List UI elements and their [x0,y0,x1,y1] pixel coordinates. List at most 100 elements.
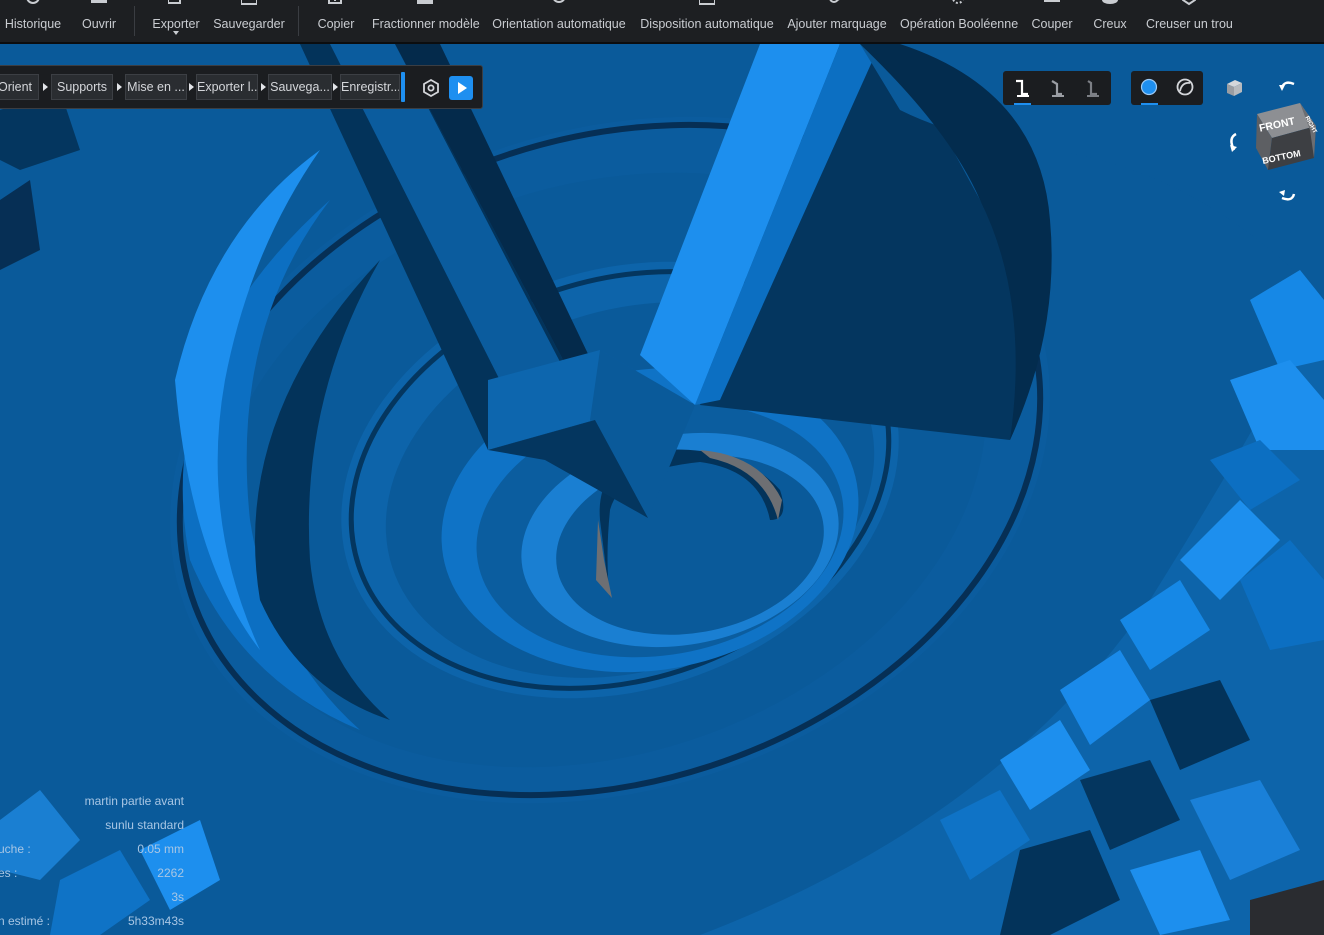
workflow-run-button[interactable] [449,76,473,100]
rotate-arrow-left-icon [1230,132,1237,152]
save-button[interactable]: Sauvegarder [212,0,286,44]
history-label: Historique [4,17,62,31]
hollow-button[interactable]: Creux [1090,0,1130,44]
top-toolbar: Historique Ouvrir Exporter Sauvegarder C… [0,0,1324,44]
info-value: 0.05 mm [137,842,184,856]
cut-label: Couper [1031,17,1073,31]
view-cube[interactable]: FRONT BOTTOM RIGHT [1254,100,1320,180]
add-label-icon [829,0,840,3]
step-orient[interactable]: Orient [0,74,39,100]
info-row-estimated-time: n estimé : 5h33m43s [0,914,184,934]
copy-label: Copier [317,17,355,31]
step-record[interactable]: Enregistr... [340,74,400,100]
rotate-up-button[interactable] [1276,76,1300,98]
model-render [0,44,1324,935]
info-key: n estimé : [0,914,51,928]
solid-view-button[interactable] [1132,71,1166,105]
boolean-label: Opération Booléenne [900,17,1019,31]
copy-icon [328,0,342,4]
split-model-icon [417,0,433,4]
info-value: sunlu standard [105,818,184,832]
info-row-layer-height: uche : 0.05 mm [0,842,184,862]
active-indicator [1014,103,1031,105]
info-value: 5h33m43s [127,914,184,928]
cube-home-icon [1227,80,1242,96]
workflow-bar: Orient Supports Mise en ... Exporter l..… [0,65,483,109]
info-value: 2262 [157,866,184,880]
auto-orient-label: Orientation automatique [492,17,626,31]
render-mode-group [1131,71,1203,105]
export-button[interactable]: Exporter [150,0,202,44]
chevron-right-icon [189,83,194,91]
step-layout[interactable]: Mise en ... [125,74,187,100]
chevron-right-icon [333,83,338,91]
chevron-right-icon [117,83,122,91]
auto-layout-button[interactable]: Disposition automatique [640,0,774,44]
info-value: martin partie avant [84,794,184,808]
solid-view-icon [1140,78,1158,96]
history-button[interactable]: Historique [2,0,64,44]
active-indicator [1141,103,1158,105]
split-model-label: Fractionner modèle [372,17,480,31]
info-row-layers: es : 2262 [0,866,184,886]
info-row-resin: sunlu standard [0,818,184,838]
open-label: Ouvrir [81,17,117,31]
support-mode-group [1003,71,1111,105]
add-label-label: Ajouter marquage [787,17,887,31]
auto-layout-label: Disposition automatique [640,17,774,31]
support-mode-2-button[interactable] [1040,71,1074,105]
info-value: 3s [171,890,184,904]
support-mode-2-icon [1051,80,1064,97]
history-icon [26,0,40,4]
export-dropdown-caret-icon[interactable] [173,31,179,35]
drill-hole-button[interactable]: Creuser un trou [1146,0,1233,44]
xray-view-icon [1176,78,1194,96]
rotate-left-button[interactable] [1224,130,1246,154]
rotate-arrow-down-icon [1279,190,1296,201]
save-label: Sauvegarder [213,17,285,31]
support-mode-1-icon [1016,79,1029,97]
export-icon [168,0,181,4]
chevron-right-icon [43,83,48,91]
info-key: uche : [0,842,31,856]
toolbar-separator [134,6,135,36]
toolbar-separator [298,6,299,36]
drill-hole-label: Creuser un trou [1146,17,1233,31]
boolean-button[interactable]: Opération Booléenne [900,0,1019,44]
chevron-right-icon [261,83,266,91]
drill-hole-icon [1182,0,1196,6]
open-icon [91,0,107,3]
active-step-indicator [401,72,405,102]
info-key: es : [0,866,18,880]
gear-icon [423,78,439,98]
support-mode-3-button[interactable] [1075,71,1109,105]
copy-button[interactable]: Copier [313,0,359,44]
play-icon [458,82,467,94]
open-button[interactable]: Ouvrir [77,0,121,44]
cut-button[interactable]: Couper [1030,0,1074,44]
view-cube-icon [1256,103,1316,170]
auto-orient-button[interactable]: Orientation automatique [492,0,626,44]
boolean-icon [952,0,964,4]
support-mode-1-button[interactable] [1005,71,1039,105]
auto-orient-icon [553,0,565,3]
export-label: Exporter [152,17,200,31]
home-view-button[interactable] [1222,76,1246,100]
step-export[interactable]: Exporter l... [196,74,258,100]
info-row-model-name: martin partie avant [0,794,184,814]
auto-layout-icon [699,0,715,5]
workflow-settings-button[interactable] [419,76,443,100]
hollow-label: Creux [1093,17,1127,31]
xray-view-button[interactable] [1168,71,1202,105]
cut-icon [1044,0,1060,2]
step-save[interactable]: Sauvega... [268,74,332,100]
info-row-exposure: 3s [0,890,184,910]
rotate-down-button[interactable] [1276,184,1300,206]
support-mode-3-icon [1087,80,1099,97]
step-supports[interactable]: Supports [51,74,113,100]
split-model-button[interactable]: Fractionner modèle [372,0,480,44]
3d-viewport[interactable] [0,44,1324,935]
add-label-button[interactable]: Ajouter marquage [787,0,887,44]
hollow-icon [1102,0,1118,4]
save-icon [241,0,257,5]
